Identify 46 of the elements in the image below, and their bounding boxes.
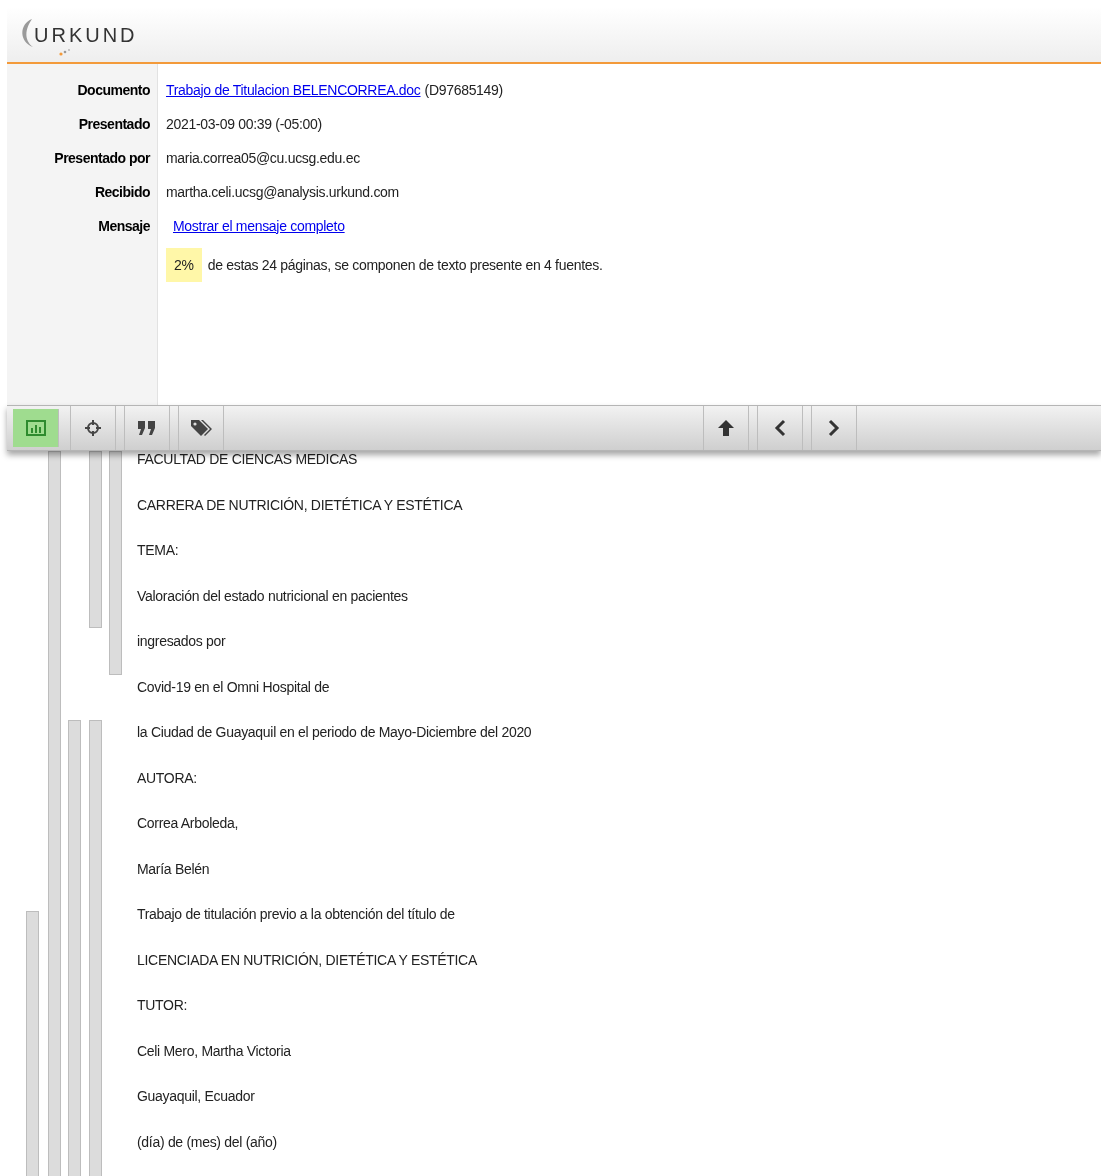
- chevron-right-icon: [828, 419, 840, 437]
- document-id: (D97685149): [424, 80, 503, 100]
- document-line: TEMA:: [137, 542, 180, 559]
- logo-dots-icon: [59, 47, 71, 56]
- field-label: Documento: [77, 81, 150, 100]
- field-label: Mensaje: [98, 217, 150, 236]
- chart-button[interactable]: [13, 409, 59, 447]
- document-line: Covid-19 en el Omni Hospital de: [137, 678, 331, 696]
- summary-text: de estas 24 páginas, se componen de texto presente en 4 fuentes.: [207, 255, 603, 275]
- document-line: Celi Mero, Martha Victoria: [137, 1042, 292, 1060]
- quote-button[interactable]: [124, 406, 170, 450]
- document-line: María Belén: [137, 860, 211, 878]
- crosshair-icon: [84, 419, 102, 437]
- document-line: Valoración del estado nutricional en pacientes: [137, 587, 409, 605]
- chevron-left-icon: [774, 419, 786, 437]
- tags-button[interactable]: [178, 406, 224, 450]
- document-line: Trabajo de titulación previo a la obtención del título de: [137, 906, 456, 923]
- document-line: la Ciudad de Guayaquil en el periodo de Mayo-Diciembre del 2020: [137, 724, 533, 741]
- quote-icon: [137, 420, 157, 436]
- document-line: ingresados por: [137, 633, 227, 650]
- document-line: Correa Arboleda,: [137, 815, 240, 832]
- field-label: Presentado por: [54, 149, 150, 168]
- link[interactable]: Trabajo de Titulacion BELENCORREA.doc: [166, 79, 421, 101]
- document-line: FACULTAD DE CIENCAS MEDICAS: [137, 451, 359, 468]
- up-arrow-icon: [717, 419, 735, 437]
- chart-icon: [25, 420, 46, 436]
- document-line: LICENCIADA EN NUTRICIÓN, DIETÉTICA Y ESTÉTICA: [137, 951, 478, 969]
- field-value: 2021-03-09 00:39 (-05:00): [166, 114, 322, 134]
- chevron-right-button[interactable]: [811, 406, 857, 450]
- percent-badge: 2%: [166, 248, 202, 282]
- logo-text: URKUND: [34, 22, 138, 47]
- tags-icon: [190, 419, 212, 437]
- field-value: maria.correa05@cu.ucsg.edu.ec: [166, 148, 360, 168]
- crosshair-button[interactable]: [70, 406, 116, 450]
- document-line: CARRERA DE NUTRICIÓN, DIETÉTICA Y ESTÉTICA: [137, 496, 464, 514]
- chevron-left-button[interactable]: [757, 406, 803, 450]
- document-line: AUTORA:: [137, 769, 198, 787]
- link[interactable]: Mostrar el mensaje completo: [173, 215, 345, 237]
- document-line: Guayaquil, Ecuador: [137, 1088, 256, 1105]
- logo-arc-icon: [19, 17, 33, 48]
- field-label: Recibido: [94, 183, 150, 202]
- document-line: (día) de (mes) del (año): [137, 1133, 278, 1151]
- field-label: Presentado: [78, 115, 150, 134]
- field-value: martha.celi.ucsg@analysis.urkund.com: [166, 182, 399, 202]
- up-arrow-button[interactable]: [703, 406, 749, 450]
- document-line: TUTOR:: [137, 997, 189, 1014]
